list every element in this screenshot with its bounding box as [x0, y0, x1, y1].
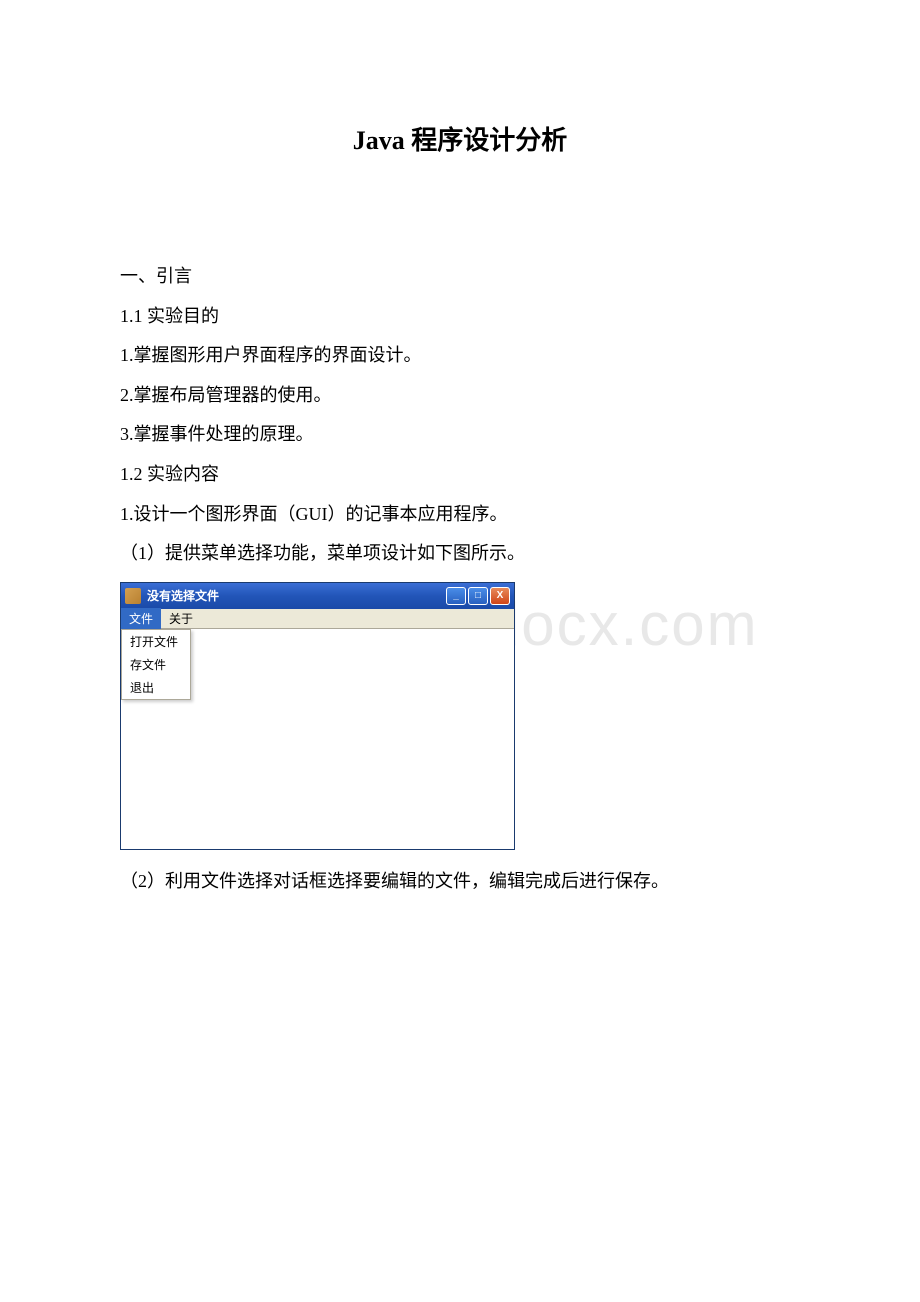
- content-line: 1.2 实验内容: [120, 455, 800, 495]
- dropdown-menu: 打开文件 存文件 退出: [121, 629, 191, 700]
- close-button[interactable]: X: [490, 587, 510, 605]
- content-line: 一、引言: [120, 257, 800, 297]
- app-icon: [125, 588, 141, 604]
- menu-open-file[interactable]: 打开文件: [122, 630, 190, 653]
- menu-about[interactable]: 关于: [161, 608, 201, 629]
- content-line: 2.掌握布局管理器的使用。: [120, 376, 800, 416]
- content-line: （2）利用文件选择对话框选择要编辑的文件，编辑完成后进行保存。: [120, 862, 800, 902]
- window-controls: _ □ X: [446, 587, 510, 605]
- app-window: 没有选择文件 _ □ X 文件 关于 打开文件 存文件 退出: [120, 582, 515, 850]
- content-line: 1.1 实验目的: [120, 297, 800, 337]
- menu-exit[interactable]: 退出: [122, 676, 190, 699]
- maximize-button[interactable]: □: [468, 587, 488, 605]
- content-line: 1.设计一个图形界面（GUI）的记事本应用程序。: [120, 495, 800, 535]
- titlebar[interactable]: 没有选择文件 _ □ X: [121, 583, 514, 609]
- menubar: 文件 关于: [121, 609, 514, 629]
- page-title: Java 程序设计分析: [120, 120, 800, 157]
- menu-save-file[interactable]: 存文件: [122, 653, 190, 676]
- content-line: （1）提供菜单选择功能，菜单项设计如下图所示。: [120, 534, 800, 574]
- minimize-button[interactable]: _: [446, 587, 466, 605]
- content-line: 1.掌握图形用户界面程序的界面设计。: [120, 336, 800, 376]
- content-line: 3.掌握事件处理的原理。: [120, 415, 800, 455]
- window-title: 没有选择文件: [147, 587, 446, 604]
- menu-file[interactable]: 文件: [121, 608, 161, 629]
